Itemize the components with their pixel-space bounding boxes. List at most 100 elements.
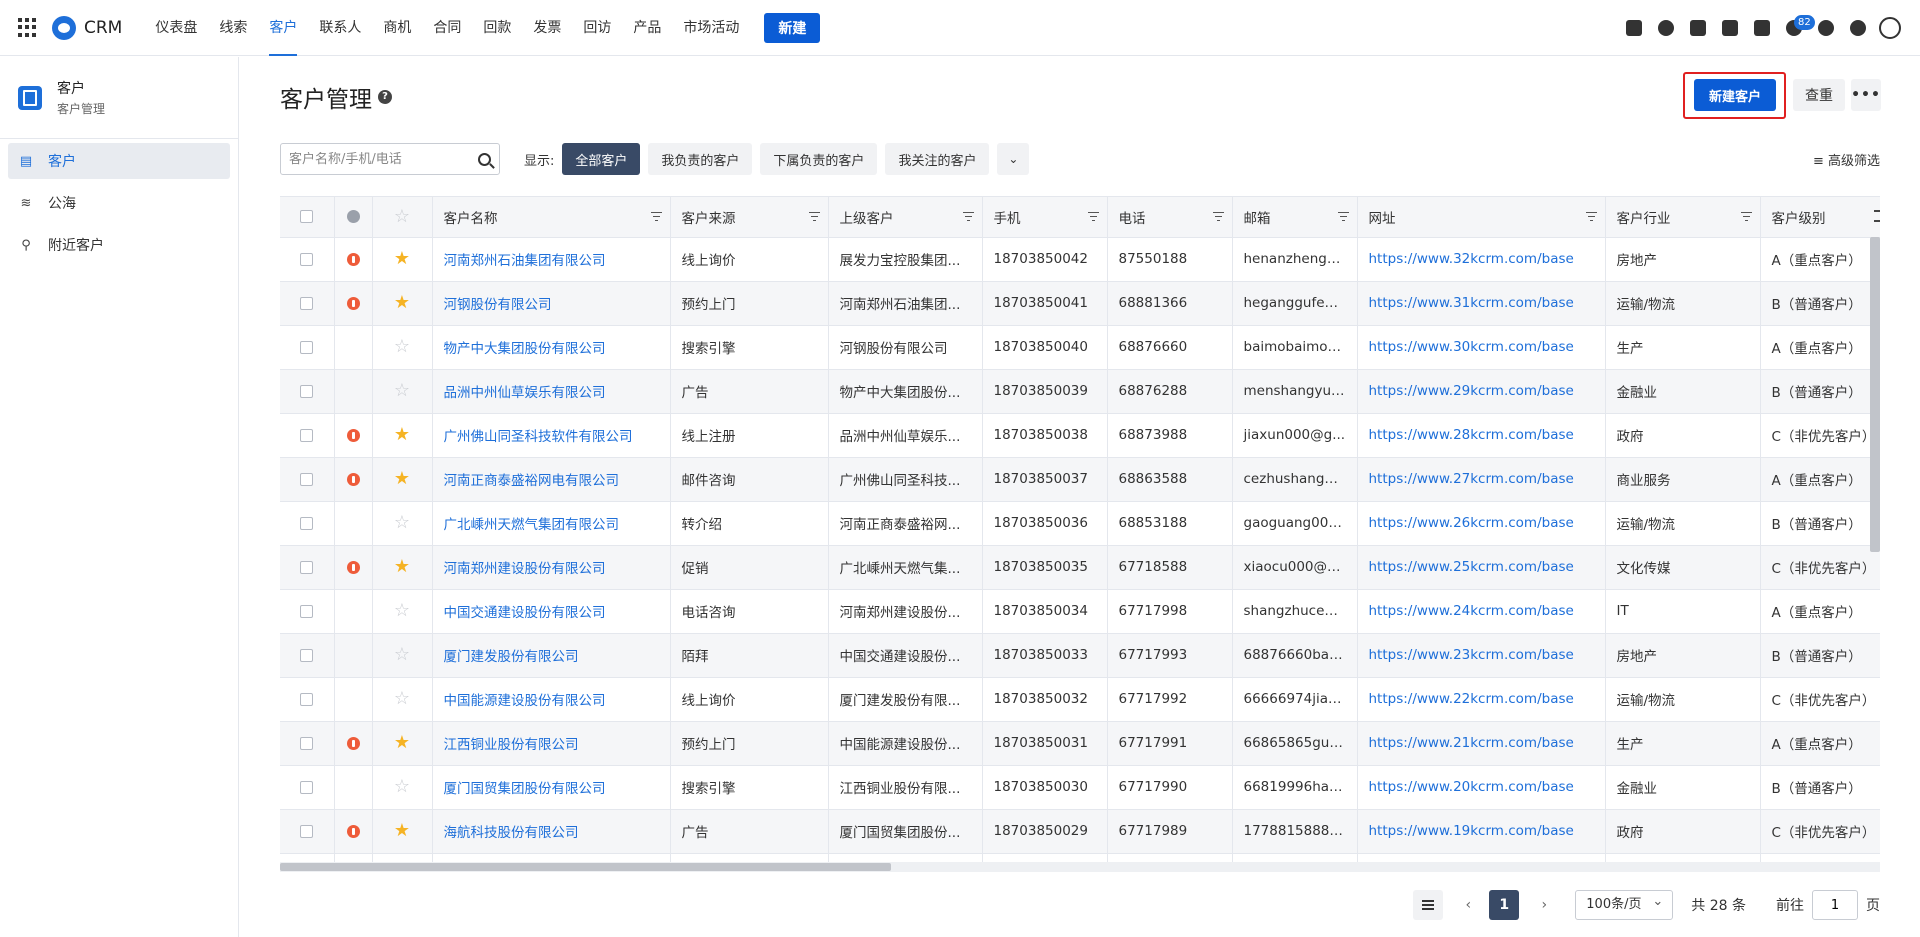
website-link[interactable]: https://www.30kcrm.com/base (1369, 339, 1574, 355)
row-checkbox[interactable] (300, 428, 314, 442)
table-row[interactable]: ★ 河钢股份有限公司 预约上门 河南郑州石油集团... 18703850041 68881… (280, 281, 1880, 326)
vertical-scrollbar[interactable] (1870, 237, 1880, 552)
nav-item-invoices[interactable]: 发票 (522, 0, 572, 56)
column-header-name[interactable]: 客户名称 (432, 197, 671, 238)
horizontal-scrollbar[interactable] (280, 863, 891, 871)
website-link[interactable]: https://www.27kcrm.com/base (1369, 471, 1574, 487)
website-link[interactable]: https://www.29kcrm.com/base (1369, 383, 1574, 399)
column-filter-icon[interactable] (1337, 212, 1349, 221)
segment-my-customers[interactable]: 我负责的客户 (648, 143, 753, 175)
page-size-select[interactable]: 100条/页 (1575, 888, 1674, 920)
star-filled-icon[interactable]: ★ (394, 820, 410, 841)
nav-item-marketing[interactable]: 市场活动 (672, 0, 750, 56)
customer-name-link[interactable]: 河南郑州建设股份有限公司 (444, 561, 606, 577)
nav-item-leads[interactable]: 线索 (208, 0, 258, 56)
row-checkbox[interactable] (300, 252, 314, 266)
customer-name-link[interactable]: 河南正商泰盛裕网电有限公司 (444, 473, 620, 489)
customer-name-link[interactable]: 品洲中州仙草娱乐有限公司 (444, 385, 606, 401)
question-icon[interactable]: ? (378, 90, 392, 104)
star-filled-icon[interactable]: ★ (394, 468, 410, 489)
column-header-industry[interactable]: 客户行业 (1605, 197, 1761, 238)
column-settings-icon[interactable] (1873, 210, 1880, 222)
sidebar-item-public-pool[interactable]: ≋ 公海 (8, 185, 230, 221)
apps-grid-icon[interactable] (18, 17, 38, 38)
column-header-level[interactable]: 客户级别 (1760, 197, 1880, 238)
star-outline-icon[interactable]: ☆ (394, 512, 410, 533)
gear-icon[interactable] (1842, 12, 1874, 44)
website-link[interactable]: https://www.31kcrm.com/base (1369, 295, 1574, 311)
row-checkbox[interactable] (300, 604, 314, 618)
segment-followed-customers[interactable]: 我关注的客户 (885, 143, 990, 175)
customer-name-link[interactable]: 河钢股份有限公司 (444, 297, 552, 313)
table-row[interactable]: ★ 河南正商泰盛裕网电有限公司 邮件咨询 广州佛山同圣科技... 18703850037… (280, 457, 1880, 502)
phone-icon[interactable] (1714, 12, 1746, 44)
star-filled-icon[interactable]: ★ (394, 292, 410, 313)
segment-all-customers[interactable]: 全部客户 (562, 143, 641, 175)
table-row[interactable] (280, 853, 1880, 862)
customer-name-link[interactable]: 厦门国贸集团股份有限公司 (444, 781, 606, 797)
column-filter-icon[interactable] (962, 212, 974, 221)
select-all-checkbox[interactable] (300, 210, 314, 224)
avatar-icon[interactable] (1874, 12, 1906, 44)
table-row[interactable]: ☆ 中国能源建设股份有限公司 线上询价 厦门建发股份有限... 18703850032 6… (280, 677, 1880, 722)
website-link[interactable]: https://www.19kcrm.com/base (1369, 823, 1574, 839)
row-checkbox[interactable] (300, 340, 314, 354)
star-filled-icon[interactable]: ★ (394, 424, 410, 445)
column-header-phone[interactable]: 电话 (1107, 197, 1233, 238)
column-filter-icon[interactable] (650, 212, 662, 221)
star-outline-icon[interactable]: ☆ (394, 380, 410, 401)
column-filter-icon[interactable] (1585, 212, 1597, 221)
row-checkbox[interactable] (300, 692, 314, 706)
user-icon[interactable] (1650, 12, 1682, 44)
goto-page-input[interactable] (1812, 890, 1858, 920)
nav-item-contracts[interactable]: 合同 (422, 0, 472, 56)
table-row[interactable]: ☆ 中国交通建设股份有限公司 电话咨询 河南郑州建设股份... 18703850034 6… (280, 589, 1880, 634)
row-checkbox[interactable] (300, 384, 314, 398)
website-link[interactable]: https://www.20kcrm.com/base (1369, 779, 1574, 795)
column-header-parent[interactable]: 上级客户 (828, 197, 983, 238)
chevron-down-icon[interactable]: ⌄ (997, 143, 1030, 175)
website-link[interactable]: https://www.25kcrm.com/base (1369, 559, 1574, 575)
table-row[interactable]: ☆ 广北嵊州天燃气集团有限公司 转介绍 河南正商泰盛裕网... 18703850036 6… (280, 501, 1880, 546)
global-new-button[interactable]: 新建 (764, 12, 821, 43)
customer-name-link[interactable]: 物产中大集团股份有限公司 (444, 341, 606, 357)
advanced-filter-button[interactable]: ≡ 高级筛选 (1813, 150, 1880, 169)
column-filter-icon[interactable] (1087, 212, 1099, 221)
column-filter-icon[interactable] (1740, 212, 1752, 221)
star-outline-icon[interactable]: ☆ (394, 688, 410, 709)
column-header-url[interactable]: 网址 (1357, 197, 1606, 238)
customer-name-link[interactable]: 厦门建发股份有限公司 (444, 649, 579, 665)
customer-name-link[interactable]: 江西铜业股份有限公司 (444, 737, 579, 753)
more-actions-button[interactable]: ••• (1851, 79, 1881, 111)
nav-item-payments[interactable]: 回款 (472, 0, 522, 56)
task-icon[interactable] (1618, 12, 1650, 44)
table-row[interactable]: ★ 河南郑州石油集团有限公司 线上询价 展发力宝控股集团... 18703850042 8… (280, 237, 1880, 282)
row-checkbox[interactable] (300, 516, 314, 530)
dedupe-button[interactable]: 查重 (1793, 79, 1845, 111)
nav-item-products[interactable]: 产品 (622, 0, 672, 56)
table-row[interactable]: ★ 江西铜业股份有限公司 预约上门 中国能源建设股份... 18703850031 677… (280, 721, 1880, 766)
column-header-source[interactable]: 客户来源 (670, 197, 829, 238)
row-checkbox[interactable] (300, 736, 314, 750)
create-customer-button[interactable]: 新建客户 (1694, 79, 1776, 111)
row-checkbox[interactable] (300, 648, 314, 662)
website-link[interactable]: https://www.21kcrm.com/base (1369, 735, 1574, 751)
star-filled-icon[interactable]: ★ (394, 248, 410, 269)
table-row[interactable]: ☆ 物产中大集团股份有限公司 搜索引擎 河钢股份有限公司 18703850040 6887… (280, 325, 1880, 370)
prev-page-icon[interactable]: ‹ (1453, 897, 1483, 913)
star-outline-icon[interactable]: ☆ (394, 336, 410, 357)
column-filter-icon[interactable] (808, 212, 820, 221)
calendar-icon[interactable] (1746, 12, 1778, 44)
nav-item-customers[interactable]: 客户 (258, 0, 308, 56)
website-link[interactable]: https://www.24kcrm.com/base (1369, 603, 1574, 619)
table-row[interactable]: ☆ 品洲中州仙草娱乐有限公司 广告 物产中大集团股份... 18703850039 688… (280, 369, 1880, 414)
website-link[interactable]: https://www.32kcrm.com/base (1369, 251, 1574, 267)
website-link[interactable]: https://www.26kcrm.com/base (1369, 515, 1574, 531)
table-row[interactable]: ★ 河南郑州建设股份有限公司 促销 广北嵊州天燃气集... 18703850035 677… (280, 545, 1880, 590)
row-checkbox[interactable] (300, 296, 314, 310)
nav-item-visits[interactable]: 回访 (572, 0, 622, 56)
sidebar-item-customers[interactable]: ▤ 客户 (8, 143, 230, 179)
bell-icon[interactable]: 82 (1778, 12, 1815, 44)
next-page-icon[interactable]: › (1529, 897, 1559, 913)
table-row[interactable]: ☆ 厦门国贸集团股份有限公司 搜索引擎 江西铜业股份有限... 18703850030 6… (280, 765, 1880, 810)
